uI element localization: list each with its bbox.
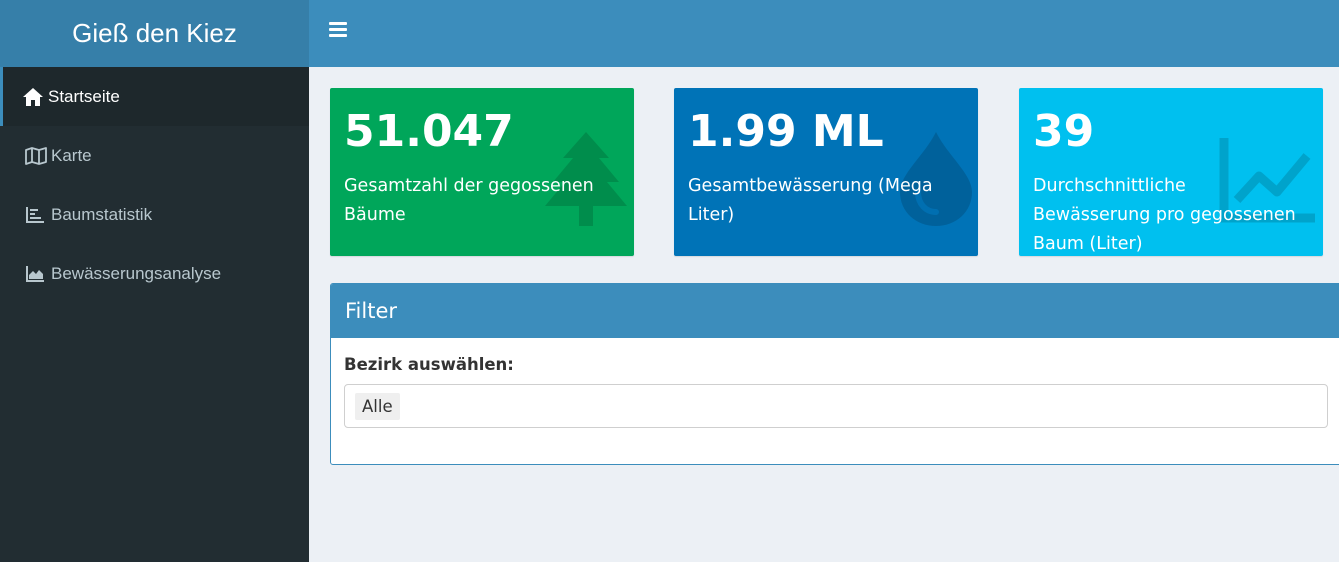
district-label: Bezirk auswählen: xyxy=(344,355,514,374)
stat-description: Durchschnittliche Bewässerung pro gegoss… xyxy=(1033,176,1296,254)
hamburger-icon[interactable] xyxy=(329,22,347,40)
sidebar-item-label: Karte xyxy=(51,145,92,165)
home-icon xyxy=(22,87,46,107)
top-navbar xyxy=(309,0,1339,67)
sidebar-item-label: Startseite xyxy=(48,86,120,106)
stat-box-average-water: 39 Durchschnittliche Bewässerung pro geg… xyxy=(1019,88,1323,256)
district-select[interactable]: Alle xyxy=(344,384,1328,428)
bar-list-icon xyxy=(25,205,49,225)
sidebar-item-karte[interactable]: Karte xyxy=(0,126,309,185)
filter-panel-title: Filter xyxy=(331,284,1339,338)
stat-box-trees: 51.047 Gesamtzahl der gegossenen Bäume xyxy=(330,88,634,256)
area-chart-icon xyxy=(25,264,49,284)
sidebar-item-label: Bewässerungsanalyse xyxy=(51,263,222,283)
stat-value: 1.99 ML xyxy=(688,106,884,157)
app-title[interactable]: Gieß den Kiez xyxy=(0,0,309,67)
sidebar: Startseite Karte Baumstatistik Bewässeru… xyxy=(0,67,309,562)
stat-box-total-water: 1.99 ML Gesamtbewässerung (Mega Liter) xyxy=(674,88,978,256)
sidebar-item-startseite[interactable]: Startseite xyxy=(0,67,309,126)
main-content: 51.047 Gesamtzahl der gegossenen Bäume 1… xyxy=(309,67,1339,562)
stat-description: Gesamtzahl der gegossenen Bäume xyxy=(344,176,594,225)
stat-value: 39 xyxy=(1033,106,1095,157)
map-icon xyxy=(25,146,49,166)
district-selected-chip[interactable]: Alle xyxy=(355,392,400,420)
filter-panel: Filter Bezirk auswählen: Alle xyxy=(330,283,1339,465)
sidebar-item-label: Baumstatistik xyxy=(51,204,153,224)
stat-value: 51.047 xyxy=(344,106,514,157)
sidebar-item-baumstatistik[interactable]: Baumstatistik xyxy=(0,185,309,244)
sidebar-item-bewaesserungsanalyse[interactable]: Bewässerungsanalyse xyxy=(0,244,309,303)
stat-description: Gesamtbewässerung (Mega Liter) xyxy=(688,176,933,225)
